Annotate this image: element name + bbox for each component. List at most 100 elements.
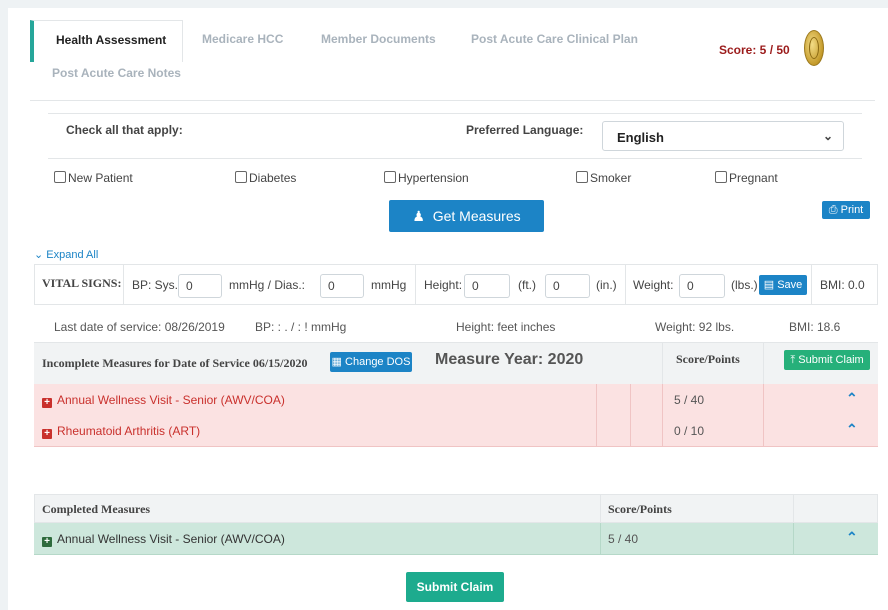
submit-claim-footer-button[interactable]: Submit Claim — [406, 572, 504, 602]
divider — [600, 523, 601, 554]
divider — [30, 100, 875, 101]
checkbox-box-icon — [384, 171, 396, 183]
tab-medicare-hcc[interactable]: Medicare HCC — [202, 32, 283, 46]
divider — [763, 384, 764, 446]
last-date-of-service: Last date of service: 08/26/2019 — [54, 320, 225, 334]
chevron-down-icon: ⌄ — [34, 249, 44, 261]
save-icon: ▤ — [763, 279, 775, 291]
save-label: Save — [777, 279, 803, 291]
measure-points: 5 / 40 — [674, 393, 705, 407]
last-bmi: BMI: 18.6 — [789, 320, 841, 334]
plus-icon[interactable]: + — [42, 398, 52, 408]
chevron-down-icon: ⌄ — [822, 129, 833, 143]
checkbox-box-icon — [715, 171, 727, 183]
measure-points: 0 / 10 — [674, 424, 705, 438]
checkbox-box-icon — [576, 171, 588, 183]
weight-input[interactable]: 0 — [679, 274, 725, 298]
measure-name: + Annual Wellness Visit - Senior (AWV/COA… — [42, 393, 285, 408]
plus-icon[interactable]: + — [42, 429, 52, 439]
page-left-border — [0, 0, 8, 610]
tab-member-documents[interactable]: Member Documents — [321, 32, 436, 46]
bmi-value: BMI: 0.0 — [820, 278, 865, 292]
checkbox-new-patient[interactable]: New Patient — [54, 171, 133, 185]
last-bp: BP: : . / : ! mmHg — [255, 320, 347, 334]
get-measures-label: Get Measures — [432, 208, 521, 224]
checkbox-smoker[interactable]: Smoker — [576, 171, 631, 185]
table-row[interactable]: + Annual Wellness Visit - Senior (AWV/COA… — [34, 523, 878, 555]
checkbox-label: Diabetes — [249, 171, 297, 185]
chevron-up-icon[interactable]: ⌃ — [846, 421, 858, 438]
upload-icon: ⤒ — [790, 354, 796, 366]
checkbox-label: Hypertension — [398, 171, 469, 185]
checkbox-box-icon — [54, 171, 66, 183]
table-row[interactable]: + Annual Wellness Visit - Senior (AWV/COA… — [34, 384, 878, 416]
change-dos-button[interactable]: ▦ Change DOS — [330, 352, 412, 372]
in-label: (in.) — [596, 278, 617, 292]
user-icon: ♟ — [412, 208, 425, 224]
divider — [123, 264, 124, 305]
bp-sys-input[interactable]: 0 — [178, 274, 222, 298]
completed-measures-title: Completed Measures — [42, 502, 151, 516]
completed-measures-header — [34, 494, 878, 523]
change-dos-label: Change DOS — [345, 356, 411, 368]
score-display: Score: 5 / 50 — [719, 43, 790, 57]
divider — [625, 264, 626, 305]
checkbox-pregnant[interactable]: Pregnant — [715, 171, 778, 185]
divider — [415, 264, 416, 305]
checkbox-label: Pregnant — [729, 171, 778, 185]
tab-post-acute-care-notes[interactable]: Post Acute Care Notes — [52, 66, 181, 80]
table-row[interactable]: + Rheumatoid Arthritis (ART) 0 / 10 ⌃ — [34, 415, 878, 447]
expand-all-label: Expand All — [46, 249, 99, 261]
weight-label: Weight: — [633, 278, 674, 292]
calendar-icon: ▦ — [331, 356, 342, 368]
tab-post-acute-care-clinical-plan[interactable]: Post Acute Care Clinical Plan — [471, 32, 638, 46]
checkbox-label: Smoker — [590, 171, 632, 185]
expand-all-link[interactable]: ⌄ Expand All — [34, 248, 98, 261]
last-height: Height: feet inches — [456, 320, 556, 334]
completed-score-points-header: Score/Points — [608, 502, 672, 516]
checkbox-label: New Patient — [68, 171, 133, 185]
divider — [793, 494, 794, 523]
bp-dias-input[interactable]: 0 — [320, 274, 364, 298]
measure-name: + Annual Wellness Visit - Senior (AWV/COA… — [42, 532, 285, 547]
incomplete-measures-title: Incomplete Measures for Date of Service … — [42, 356, 308, 370]
chevron-up-icon[interactable]: ⌃ — [846, 390, 858, 407]
divider — [630, 384, 631, 446]
coin-icon — [804, 30, 824, 66]
divider — [662, 384, 663, 446]
divider — [763, 342, 764, 384]
check-all-label: Check all that apply: — [66, 123, 183, 137]
checkbox-diabetes[interactable]: Diabetes — [235, 171, 296, 185]
divider — [793, 523, 794, 554]
chevron-up-icon[interactable]: ⌃ — [846, 529, 858, 546]
mmhg-label: mmHg — [371, 278, 407, 292]
divider — [600, 494, 601, 523]
checkbox-hypertension[interactable]: Hypertension — [384, 171, 469, 185]
divider — [596, 384, 597, 446]
measure-year: Measure Year: 2020 — [435, 351, 584, 368]
last-weight: Weight: 92 lbs. — [655, 320, 735, 334]
plus-icon[interactable]: + — [42, 537, 52, 547]
bp-dias-label: mmHg / Dias.: — [229, 278, 306, 292]
language-value: English — [617, 130, 664, 145]
page-top-border — [0, 0, 888, 8]
preferred-language-select[interactable]: English ⌄ — [602, 121, 844, 151]
height-in-input[interactable]: 0 — [545, 274, 590, 298]
preferred-language-label: Preferred Language: — [466, 123, 584, 137]
height-ft-input[interactable]: 0 — [464, 274, 510, 298]
submit-claim-label: Submit Claim — [798, 354, 864, 366]
print-label: Print — [840, 204, 864, 216]
measure-points: 5 / 40 — [608, 532, 639, 546]
divider — [662, 342, 663, 384]
ft-label: (ft.) — [518, 278, 536, 292]
submit-claim-button[interactable]: ⤒ Submit Claim — [784, 350, 870, 370]
save-button[interactable]: ▤ Save — [759, 275, 807, 295]
bp-sys-label: BP: Sys. — [132, 278, 179, 292]
printer-icon: ⎙ — [828, 204, 838, 216]
get-measures-button[interactable]: ♟ Get Measures — [389, 200, 544, 232]
vital-signs-title: VITAL SIGNS: — [42, 276, 122, 290]
divider — [811, 264, 812, 305]
lbs-label: (lbs.) — [731, 278, 758, 292]
print-button[interactable]: ⎙ Print — [822, 201, 870, 219]
tab-health-assessment[interactable]: Health Assessment — [30, 20, 184, 62]
